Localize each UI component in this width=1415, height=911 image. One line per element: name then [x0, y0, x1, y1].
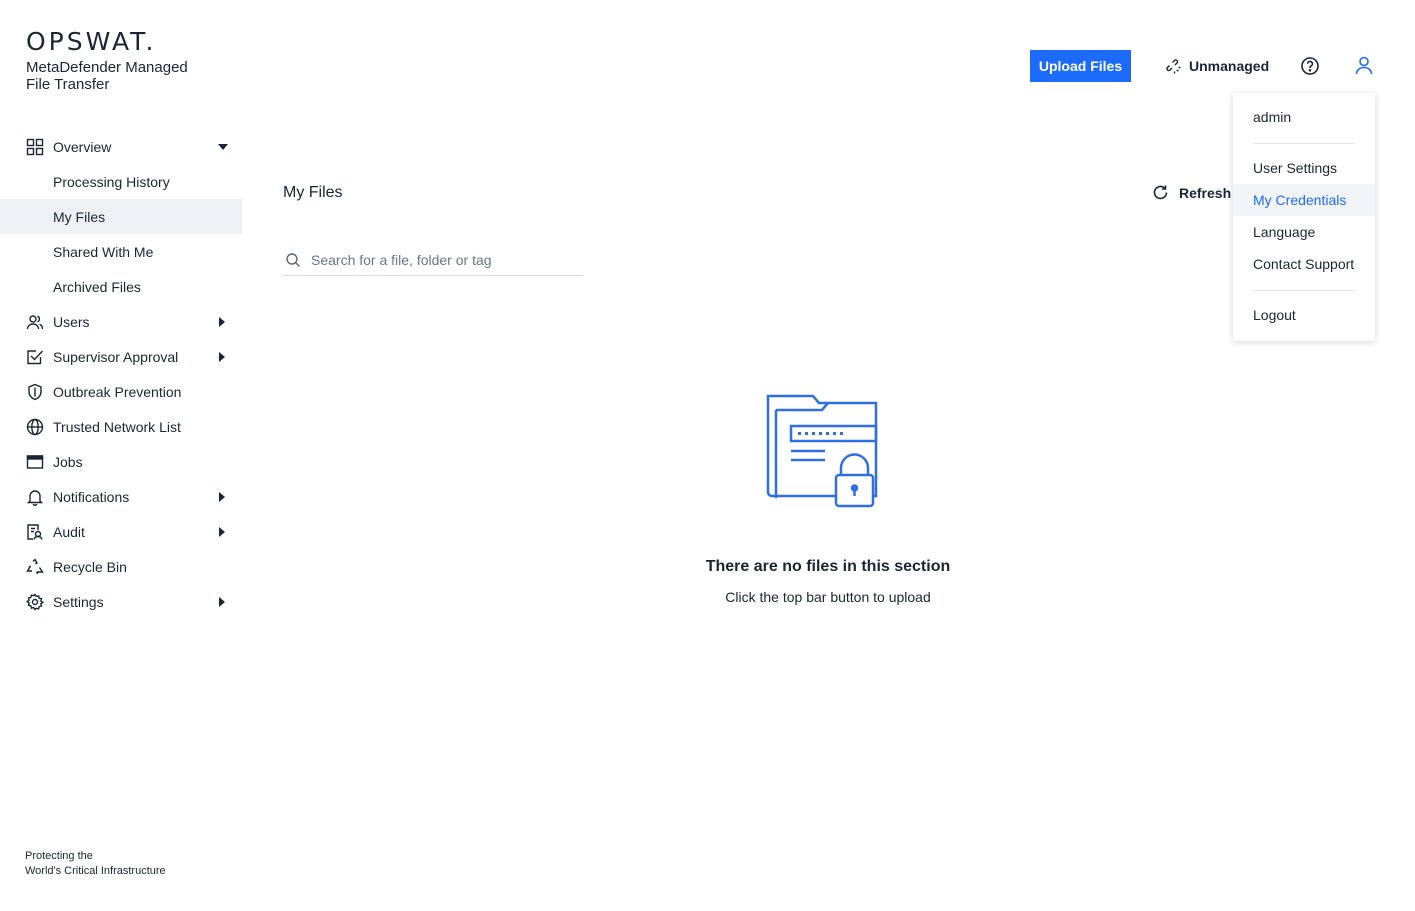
sidebar-item-recycle-bin[interactable]: Recycle Bin — [0, 549, 242, 584]
search-input[interactable] — [311, 251, 571, 268]
footer-line1: Protecting the — [25, 850, 93, 862]
chevron-right-icon[interactable] — [219, 317, 225, 327]
sidebar-item-label: Settings — [53, 593, 104, 610]
user-menu-dropdown: admin User Settings My Credentials Langu… — [1233, 93, 1375, 341]
chevron-down-icon[interactable] — [218, 144, 228, 150]
sidebar-item-label: Audit — [53, 523, 85, 540]
sidebar-item-label: Jobs — [53, 453, 83, 470]
upload-files-button[interactable]: Upload Files — [1030, 50, 1131, 82]
unmanaged-label: Unmanaged — [1189, 58, 1270, 74]
menu-item-language[interactable]: Language — [1233, 216, 1375, 248]
globe-icon — [26, 418, 44, 436]
sidebar-item-label: Overview — [53, 138, 112, 155]
locked-folder-illustration — [764, 392, 892, 510]
help-icon[interactable] — [1300, 56, 1320, 76]
sidebar-item-label: Outbreak Prevention — [53, 383, 182, 400]
approval-icon — [26, 348, 44, 366]
sidebar-nav: Overview Processing History My Files Sha… — [0, 129, 242, 619]
sidebar-item-shared-with-me[interactable]: Shared With Me — [0, 234, 242, 269]
gear-icon — [26, 592, 44, 611]
search-icon — [286, 252, 300, 267]
unmanaged-link[interactable]: Unmanaged — [1166, 56, 1269, 76]
user-icon[interactable] — [1354, 55, 1374, 75]
sidebar-item-label: Users — [53, 313, 90, 330]
empty-state-title: There are no files in this section — [705, 558, 951, 575]
window-icon — [26, 453, 44, 471]
refresh-button[interactable]: Refresh — [1152, 184, 1231, 201]
product-name: MetaDefender Managed File Transfer — [26, 59, 188, 93]
recycle-icon — [26, 557, 44, 576]
footer-tagline: Protecting the World's Critical Infrastr… — [25, 849, 166, 879]
grid-icon — [26, 138, 44, 156]
sidebar-item-label: Processing History — [53, 173, 170, 190]
product-name-line2: File Transfer — [26, 76, 110, 93]
sidebar: OPSWAT. MetaDefender Managed File Transf… — [0, 0, 242, 911]
product-name-line1: MetaDefender Managed — [26, 59, 188, 76]
sidebar-item-supervisor-approval[interactable]: Supervisor Approval — [0, 339, 242, 374]
menu-item-contact-support[interactable]: Contact Support — [1233, 248, 1375, 280]
refresh-label: Refresh — [1179, 184, 1232, 201]
sidebar-item-archived-files[interactable]: Archived Files — [0, 269, 242, 304]
sidebar-item-users[interactable]: Users — [0, 304, 242, 339]
sidebar-item-settings[interactable]: Settings — [0, 584, 242, 619]
audit-icon — [26, 523, 44, 541]
chevron-right-icon[interactable] — [219, 527, 225, 537]
sidebar-item-label: My Files — [53, 208, 106, 225]
sidebar-item-label: Shared With Me — [53, 243, 154, 260]
menu-item-logout[interactable]: Logout — [1233, 299, 1375, 331]
opswat-logo[interactable]: OPSWAT. — [26, 29, 188, 54]
sidebar-item-label: Notifications — [53, 488, 130, 505]
menu-item-user-settings[interactable]: User Settings — [1233, 152, 1375, 184]
bell-icon — [26, 488, 44, 506]
chevron-right-icon[interactable] — [219, 492, 225, 502]
sidebar-item-label: Archived Files — [53, 278, 141, 295]
brand: OPSWAT. MetaDefender Managed File Transf… — [26, 29, 188, 93]
menu-divider — [1253, 290, 1355, 291]
sidebar-item-overview[interactable]: Overview — [0, 129, 242, 164]
sidebar-item-label: Trusted Network List — [53, 418, 181, 435]
search-bar — [283, 244, 583, 276]
sidebar-item-label: Supervisor Approval — [53, 348, 179, 365]
sidebar-item-audit[interactable]: Audit — [0, 514, 242, 549]
sidebar-item-jobs[interactable]: Jobs — [0, 444, 242, 479]
sidebar-item-my-files[interactable]: My Files — [0, 199, 242, 234]
page-title: My Files — [283, 184, 343, 201]
link-broken-icon — [1166, 58, 1181, 73]
menu-item-my-credentials[interactable]: My Credentials — [1233, 184, 1375, 216]
users-icon — [26, 313, 44, 331]
sidebar-item-trusted-network-list[interactable]: Trusted Network List — [0, 409, 242, 444]
menu-divider — [1253, 143, 1355, 144]
sidebar-item-processing-history[interactable]: Processing History — [0, 164, 242, 199]
sidebar-item-label: Recycle Bin — [53, 558, 127, 575]
user-menu-username: admin — [1253, 109, 1292, 125]
sidebar-item-outbreak-prevention[interactable]: Outbreak Prevention — [0, 374, 242, 409]
chevron-right-icon[interactable] — [219, 352, 225, 362]
refresh-icon — [1153, 185, 1168, 200]
chevron-right-icon[interactable] — [219, 597, 225, 607]
shield-icon — [26, 383, 44, 401]
empty-state-subtitle: Click the top bar button to upload — [725, 589, 931, 605]
sidebar-item-notifications[interactable]: Notifications — [0, 479, 242, 514]
footer-line2: World's Critical Infrastructure — [25, 865, 166, 877]
